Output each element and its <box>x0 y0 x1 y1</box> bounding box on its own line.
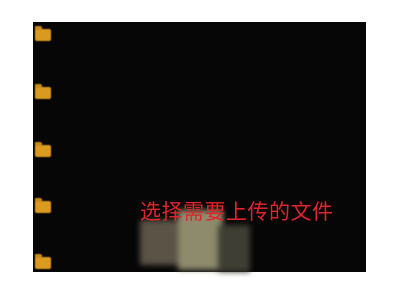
instruction-caption: 选择需要上传的文件 <box>140 200 334 224</box>
folder-icon <box>35 142 51 157</box>
file-list-item[interactable] <box>33 22 366 72</box>
file-list-item[interactable] <box>33 80 366 130</box>
folder-icon <box>35 254 51 269</box>
folder-icon <box>35 198 51 213</box>
folder-icon <box>35 84 51 99</box>
folder-icon <box>35 26 51 41</box>
file-list-item[interactable] <box>33 138 366 188</box>
